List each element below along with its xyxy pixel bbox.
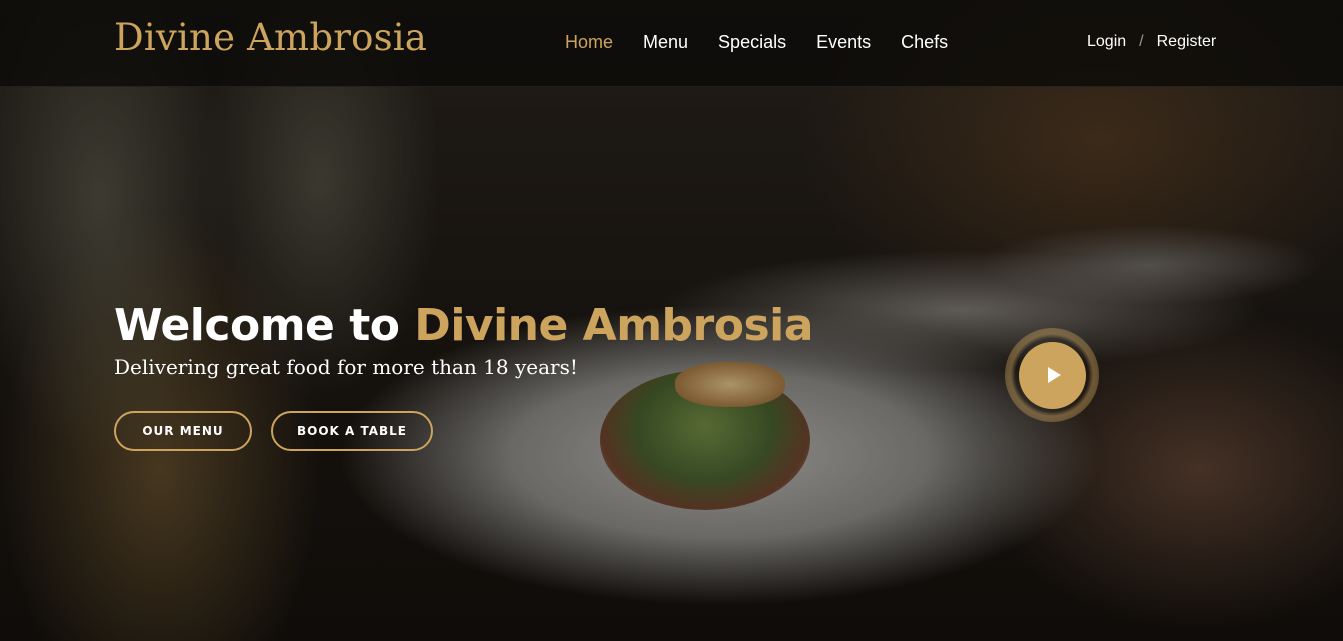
hero-title-brand: Divine Ambrosia	[414, 300, 813, 351]
nav-item-chefs[interactable]: Chefs	[901, 32, 948, 53]
hero-title: Welcome to Divine Ambrosia	[114, 300, 813, 351]
nav-item-home[interactable]: Home	[565, 32, 613, 53]
site-logo[interactable]: Divine Ambrosia	[114, 16, 427, 59]
nav-item-specials[interactable]: Specials	[718, 32, 786, 53]
video-play-button[interactable]	[1005, 328, 1099, 422]
play-button-circle	[1018, 341, 1086, 409]
site-header: Divine Ambrosia Home Menu Specials Event…	[0, 0, 1343, 87]
auth-links: Login / Register	[1087, 33, 1216, 51]
login-link[interactable]: Login	[1087, 33, 1126, 51]
our-menu-button[interactable]: OUR MENU	[114, 411, 252, 451]
auth-separator: /	[1139, 33, 1144, 50]
hero-title-prefix: Welcome to	[114, 300, 400, 351]
hero-subtitle: Delivering great food for more than 18 y…	[114, 355, 578, 379]
register-link[interactable]: Register	[1157, 33, 1217, 51]
nav-item-menu[interactable]: Menu	[643, 32, 688, 53]
play-icon	[1047, 367, 1061, 383]
nav-item-events[interactable]: Events	[816, 32, 871, 53]
main-nav: Home Menu Specials Events Chefs	[565, 32, 948, 53]
book-table-button[interactable]: BOOK A TABLE	[271, 411, 433, 451]
